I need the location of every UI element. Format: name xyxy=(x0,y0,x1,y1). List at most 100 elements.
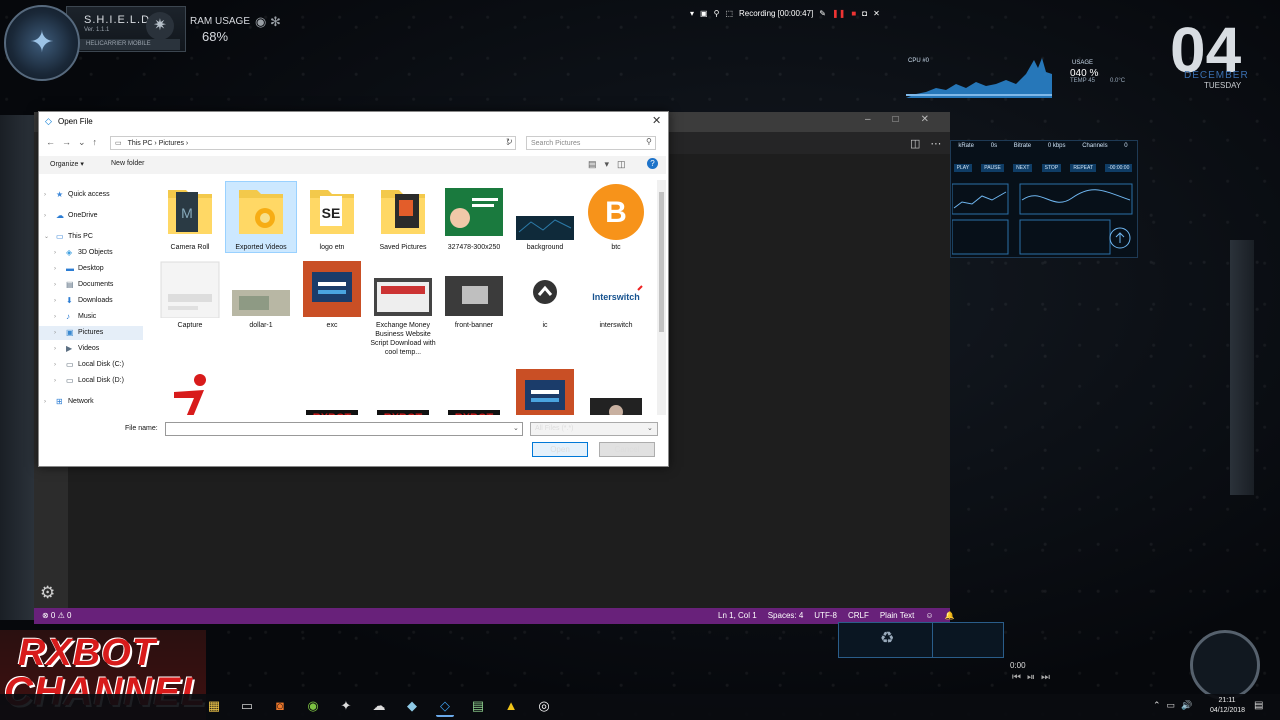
nav-item-local-disk-d[interactable]: › ▭ Local Disk (D:) xyxy=(39,374,143,388)
nav-item-network[interactable]: › ⊞ Network xyxy=(39,395,143,409)
rec-close-icon[interactable]: ✕ xyxy=(873,9,880,18)
audio-next-button[interactable]: NEXT xyxy=(1013,164,1033,172)
expand-arrow-icon[interactable]: › xyxy=(54,358,56,372)
nav-arrows[interactable]: ←→⌄↑ xyxy=(46,137,104,148)
expand-arrow-icon[interactable]: › xyxy=(44,188,46,202)
file-tile[interactable]: RXBOT xyxy=(439,368,509,415)
nav-item-documents[interactable]: › ▤ Documents xyxy=(39,278,143,292)
file-tile[interactable]: background xyxy=(510,182,580,252)
rec-pen-icon[interactable]: ✎ xyxy=(819,9,826,18)
editor-actions[interactable]: ◫⋯ xyxy=(910,137,951,150)
close-icon[interactable]: ✕ xyxy=(652,114,661,127)
tray-clock[interactable]: 21:11 04/12/2018 xyxy=(1210,696,1245,716)
cursor-position[interactable]: Ln 1, Col 1 xyxy=(718,608,757,624)
file-tile[interactable]: M Camera Roll xyxy=(155,182,225,252)
file-list-scrollbar[interactable] xyxy=(657,180,666,415)
file-type-select[interactable]: All Files (*.*) xyxy=(530,422,658,436)
nav-item-local-disk-c[interactable]: › ▭ Local Disk (C:) xyxy=(39,358,143,372)
file-tile[interactable]: Bbtc xyxy=(581,182,651,252)
audio-repeat-button[interactable]: REPEAT xyxy=(1070,164,1097,172)
action-center-icon[interactable]: ▤ xyxy=(1254,700,1263,711)
nav-item-3d-objects[interactable]: › ◈ 3D Objects xyxy=(39,246,143,260)
new-folder-button[interactable]: New folder xyxy=(111,160,144,167)
app-diamond-icon[interactable]: ◆ xyxy=(403,697,421,715)
breadcrumb[interactable]: This PC › Pictures › xyxy=(128,140,189,147)
app-bird-icon[interactable]: ✦ xyxy=(337,697,355,715)
nav-item-pictures[interactable]: › ▣ Pictures xyxy=(39,326,143,340)
file-tile[interactable]: Interswitch interswitch xyxy=(581,260,651,330)
audio-stop-button[interactable]: STOP xyxy=(1041,164,1062,172)
organize-button[interactable]: Organize ▾ xyxy=(50,160,84,168)
nav-item-downloads[interactable]: › ⬇ Downloads xyxy=(39,294,143,308)
settings-icons[interactable]: ◉ ✻ xyxy=(255,14,281,30)
open-button[interactable]: Open xyxy=(532,442,588,457)
app-drive-icon[interactable]: ▲ xyxy=(502,697,520,715)
file-type-dropdown-icon[interactable]: ⌄ xyxy=(647,424,653,432)
file-tile[interactable] xyxy=(510,368,580,415)
file-tile[interactable]: Exchange Money Business Website Script D… xyxy=(368,260,438,357)
file-tile[interactable] xyxy=(226,368,296,415)
expand-arrow-icon[interactable]: › xyxy=(44,395,46,409)
rec-area-icon[interactable]: ⬚ xyxy=(725,9,733,18)
file-name-dropdown-icon[interactable]: ⌄ xyxy=(513,424,519,432)
rec-zoom-icon[interactable]: ⚲ xyxy=(714,9,720,18)
expand-arrow-icon[interactable]: › xyxy=(54,374,56,388)
gear-icon[interactable]: ⚙ xyxy=(40,583,55,603)
file-tile[interactable]: front-banner xyxy=(439,260,509,330)
nav-item-desktop[interactable]: › ▬ Desktop xyxy=(39,262,143,276)
file-tile[interactable] xyxy=(581,368,651,415)
expand-arrow-icon[interactable]: › xyxy=(54,326,56,340)
vscode-icon[interactable]: ◇ xyxy=(436,697,454,717)
editor-window-controls[interactable]: –□✕ xyxy=(865,114,951,125)
search-input[interactable]: Search Pictures xyxy=(526,136,656,150)
expand-arrow-icon[interactable]: › xyxy=(54,310,56,324)
audio-play-button[interactable]: PLAY xyxy=(953,164,973,172)
file-name-input[interactable] xyxy=(165,422,523,436)
file-tile[interactable]: exc xyxy=(297,260,367,330)
rec-camera-icon[interactable]: ◘ xyxy=(862,9,867,18)
audio-pause-button[interactable]: PAUSE xyxy=(981,164,1004,172)
media-controls[interactable]: ⏮⏯⏭ xyxy=(1012,672,1056,683)
address-bar[interactable]: ▭ This PC › Pictures › ⌄ xyxy=(110,136,516,150)
app-green-icon[interactable]: ◉ xyxy=(304,697,322,715)
expand-arrow-icon[interactable]: › xyxy=(54,278,56,292)
nav-item-videos[interactable]: › ▶ Videos xyxy=(39,342,143,356)
expand-arrow-icon[interactable]: › xyxy=(44,209,46,223)
file-tile[interactable]: Saved Pictures xyxy=(368,182,438,252)
nav-item-music[interactable]: › ♪ Music xyxy=(39,310,143,324)
file-tile[interactable]: Capture xyxy=(155,260,225,330)
rec-window-icon[interactable]: ▣ xyxy=(700,9,708,18)
rec-pause-icon[interactable]: ❚❚ xyxy=(832,9,845,18)
file-tile[interactable]: Exported Videos xyxy=(225,181,297,253)
store-icon[interactable]: ▦ xyxy=(205,697,223,715)
expand-arrow-icon[interactable]: › xyxy=(54,246,56,260)
nav-item-onedrive[interactable]: › ☁ OneDrive xyxy=(39,209,143,223)
file-tile[interactable]: RXBOT xyxy=(297,368,367,415)
refresh-icon[interactable]: ↻ xyxy=(506,137,513,146)
encoding[interactable]: UTF-8 xyxy=(814,608,837,624)
rec-menu-icon[interactable]: ▾ xyxy=(690,9,694,18)
expand-arrow-icon[interactable]: › xyxy=(54,262,56,276)
terminal-icon[interactable]: ▭ xyxy=(238,697,256,715)
app-docs-icon[interactable]: ▤ xyxy=(469,697,487,715)
file-tile[interactable]: dollar-1 xyxy=(226,260,296,330)
nav-item-quick-access[interactable]: › ★ Quick access xyxy=(39,188,143,202)
view-options-icon[interactable]: ▤▾◫ xyxy=(588,159,634,170)
expand-arrow-icon[interactable]: › xyxy=(54,294,56,308)
help-icon[interactable]: ? xyxy=(647,158,658,169)
cancel-button[interactable]: Cancel xyxy=(599,442,655,457)
media-dial[interactable] xyxy=(1190,630,1260,700)
expand-arrow-icon[interactable]: ⌄ xyxy=(44,230,49,244)
app-orange-icon[interactable]: ◙ xyxy=(271,697,289,715)
system-tray[interactable]: ⌃▭🔊 xyxy=(1153,700,1198,711)
file-tile[interactable]: ic xyxy=(510,260,580,330)
indentation[interactable]: Spaces: 4 xyxy=(768,608,804,624)
file-tile[interactable]: SE logo etn xyxy=(297,182,367,252)
nav-item-this-pc[interactable]: ⌄ ▭ This PC xyxy=(39,230,143,244)
problems-indicator[interactable]: ⊗ 0 ⚠ 0 xyxy=(42,608,71,624)
file-tile[interactable]: 327478-300x250 xyxy=(439,182,509,252)
file-tile[interactable]: RXBOT xyxy=(368,368,438,415)
expand-arrow-icon[interactable]: › xyxy=(54,342,56,356)
file-tile[interactable] xyxy=(155,368,225,415)
rec-stop-icon[interactable]: ■ xyxy=(851,9,856,18)
